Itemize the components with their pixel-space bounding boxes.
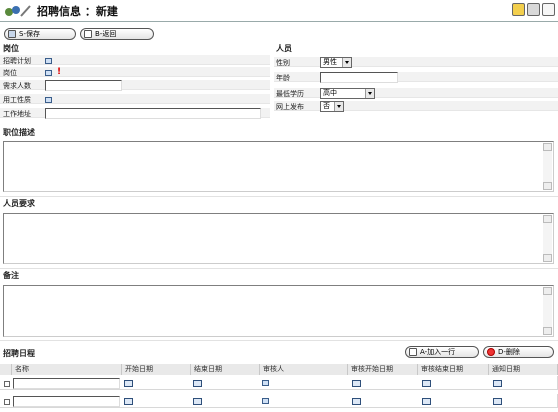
plan-picker-icon[interactable] [45,58,52,64]
scroll-down-icon[interactable] [543,182,552,190]
form-row [274,101,558,111]
publish-select[interactable]: 否 [320,101,344,112]
age-input[interactable] [320,72,398,83]
delete-button-label: D-删除 [498,348,520,356]
publish-select-value: 否 [323,102,330,110]
folder-icon[interactable] [512,3,525,16]
schedule-section-heading: 招聘日程 [3,349,35,358]
calendar-icon[interactable] [422,380,431,387]
requirements-section-heading: 人员要求 [3,199,35,208]
work-address-input[interactable] [45,108,261,119]
calendar-icon[interactable] [352,380,361,387]
calendar-icon[interactable] [352,398,361,405]
help-icon[interactable] [542,3,555,16]
divider [0,196,558,197]
divider [0,268,558,269]
chevron-down-icon [342,58,351,67]
calendar-icon[interactable] [193,380,202,387]
save-icon [8,30,16,38]
save-button-label: S-保存 [19,30,40,38]
gender-select[interactable]: 男性 [320,57,352,68]
education-label: 最低学历 [276,90,304,98]
person-section-heading: 人员 [276,44,292,53]
table-header-end-date: 结束日期 [191,364,260,375]
description-section-heading: 职位描述 [3,128,35,137]
required-marker-icon: ! [57,67,62,77]
calendar-icon[interactable] [493,380,502,387]
add-row-button-label: A-加入一行 [420,348,456,356]
table-header-reviewer: 审核人 [260,364,348,375]
scroll-down-icon[interactable] [543,327,552,335]
back-button-label: B-返回 [95,30,117,38]
employment-picker-icon[interactable] [45,97,52,103]
headcount-label: 需求人数 [3,82,31,90]
table-header-name: 名称 [12,364,122,375]
row-checkbox[interactable] [4,381,10,387]
post-picker-icon[interactable] [45,70,52,76]
employment-label: 用工性质 [3,96,31,104]
delete-button[interactable]: D-删除 [483,346,554,358]
notes-section-heading: 备注 [3,271,19,280]
recruit-app-icon [5,5,31,17]
plan-label: 招聘计划 [3,57,31,65]
calendar-icon[interactable] [422,398,431,405]
education-select[interactable]: 高中 [320,88,375,99]
position-section-heading: 岗位 [3,44,19,53]
table-header-notify-date: 通知日期 [489,364,558,375]
scrollbar[interactable] [543,287,552,335]
form-row [274,88,558,98]
table-header-select [0,364,12,375]
calendar-icon[interactable] [193,398,202,405]
form-row [274,72,558,82]
back-icon [84,30,92,38]
gender-select-value: 男性 [323,58,337,66]
scrollbar[interactable] [543,143,552,190]
add-row-icon [409,348,417,356]
education-select-value: 高中 [323,89,337,97]
scrollbar[interactable] [543,215,552,262]
reviewer-picker-icon[interactable] [262,398,269,404]
delete-icon [487,348,495,356]
reviewer-picker-icon[interactable] [262,380,269,386]
age-label: 年龄 [276,74,290,82]
form-row [0,94,270,104]
form-row [274,57,558,67]
add-row-button[interactable]: A-加入一行 [405,346,479,358]
chevron-down-icon [365,89,374,98]
scroll-up-icon[interactable] [543,287,552,295]
gender-label: 性别 [276,59,290,67]
scroll-down-icon[interactable] [543,254,552,262]
divider [0,340,558,341]
window-title: 招聘信息 ：新建 [37,5,118,18]
table-header-review-start: 审核开始日期 [348,364,418,375]
table-header-review-end: 审核结束日期 [418,364,489,375]
scroll-up-icon[interactable] [543,215,552,223]
row-checkbox[interactable] [4,399,10,405]
form-row [0,80,270,90]
form-row [0,67,270,77]
form-row [0,55,270,65]
back-button[interactable]: B-返回 [80,28,154,40]
row-name-input[interactable] [13,378,120,389]
table-header-start-date: 开始日期 [122,364,191,375]
post-label: 岗位 [3,69,17,77]
description-textarea[interactable] [3,141,554,192]
calendar-icon[interactable] [493,398,502,405]
requirements-textarea[interactable] [3,213,554,264]
calendar-icon[interactable] [124,380,133,387]
headcount-input[interactable] [45,80,122,91]
notes-textarea[interactable] [3,285,554,337]
row-name-input[interactable] [13,396,120,407]
save-button[interactable]: S-保存 [4,28,76,40]
window-titlebar: 招聘信息 ：新建 [0,0,558,22]
scroll-up-icon[interactable] [543,143,552,151]
work-address-label: 工作地址 [3,110,31,118]
publish-label: 网上发布 [276,103,304,111]
print-icon[interactable] [527,3,540,16]
chevron-down-icon [334,102,343,111]
calendar-icon[interactable] [124,398,133,405]
